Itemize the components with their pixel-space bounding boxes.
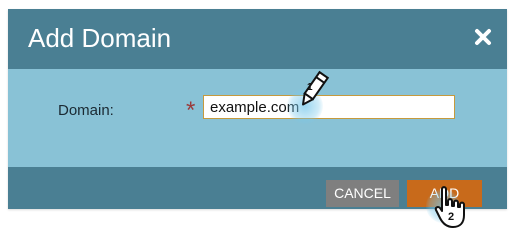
dialog-footer: CANCEL ADD	[8, 167, 507, 209]
close-icon[interactable]	[473, 27, 493, 47]
domain-label: Domain:	[58, 102, 114, 119]
add-button[interactable]: ADD	[407, 180, 482, 207]
dialog-header: Add Domain	[8, 9, 507, 69]
dialog-body: Domain: *	[8, 69, 507, 167]
required-marker: *	[186, 97, 196, 124]
domain-input[interactable]	[203, 95, 455, 119]
cancel-button[interactable]: CANCEL	[326, 180, 399, 207]
dialog-title: Add Domain	[28, 23, 172, 53]
step-2-number: 2	[448, 211, 455, 223]
add-domain-dialog: Add Domain Domain: * CANCEL ADD	[8, 9, 507, 209]
